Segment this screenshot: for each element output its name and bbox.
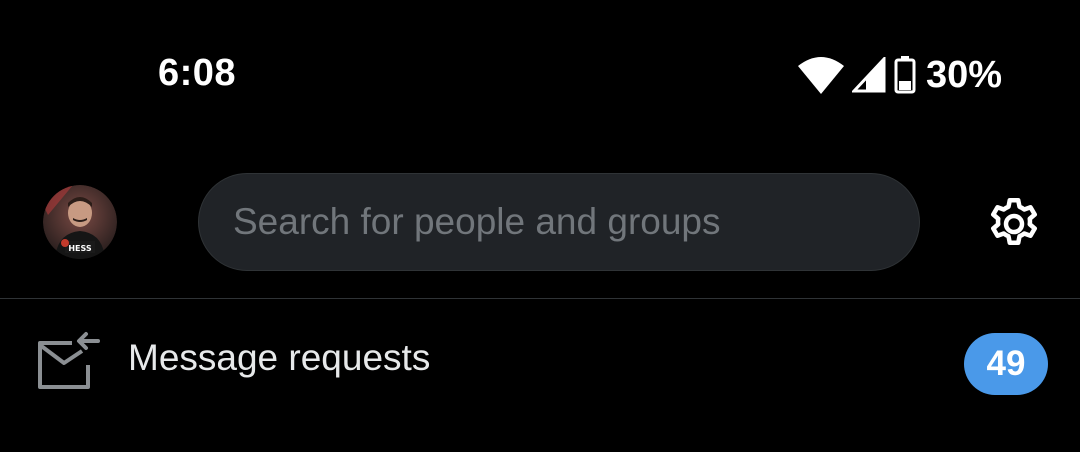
svg-text:HESS: HESS	[68, 244, 92, 253]
battery-icon	[894, 56, 916, 94]
cell-signal-icon	[851, 57, 886, 93]
requests-count-badge: 49	[964, 333, 1048, 395]
wifi-icon	[797, 57, 844, 94]
status-bar: 6:08 30%	[0, 0, 1080, 150]
mail-incoming-icon	[38, 332, 100, 389]
message-requests-label: Message requests	[128, 337, 431, 378]
battery-percentage: 30%	[925, 53, 1002, 96]
search-bar[interactable]	[198, 173, 920, 271]
status-time: 6:08	[158, 52, 237, 94]
search-input[interactable]	[231, 200, 919, 244]
profile-avatar[interactable]: HESS	[43, 185, 117, 259]
user-avatar-icon: HESS	[43, 185, 117, 259]
gear-icon	[991, 198, 1037, 245]
dm-screen: 6:08 30% HESS Search for people and grou…	[0, 0, 1080, 452]
message-requests-row[interactable]: Message requests 49	[0, 299, 1080, 452]
status-icons: 30%	[797, 53, 1002, 96]
settings-button[interactable]	[984, 194, 1044, 254]
